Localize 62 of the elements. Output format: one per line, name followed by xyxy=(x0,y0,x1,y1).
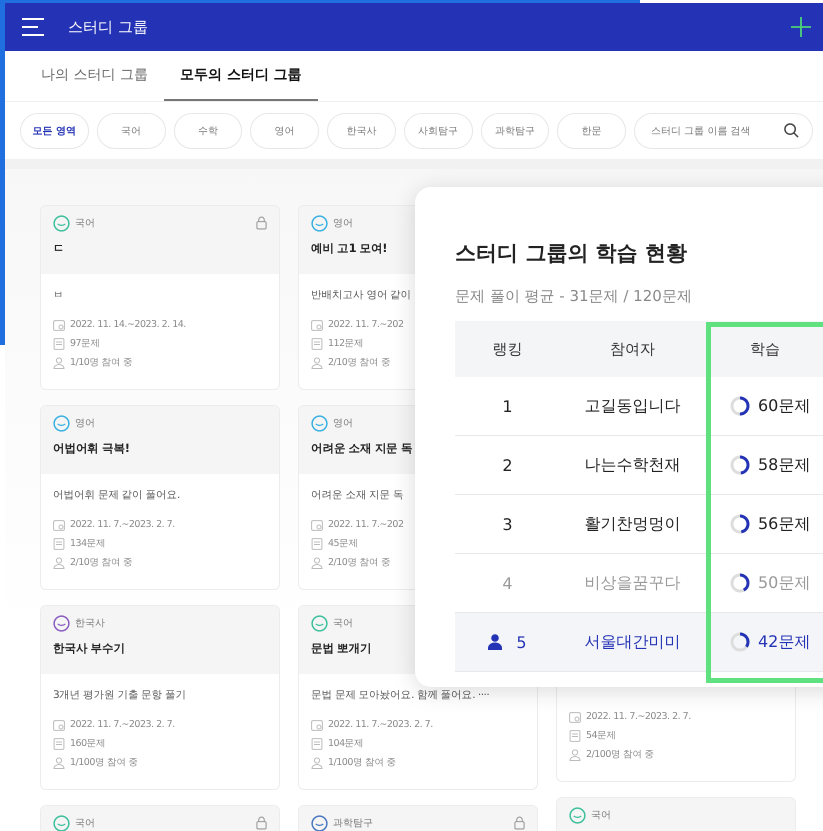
card-period: 2022. 11. 7.~2023. 2. 7. xyxy=(328,719,433,730)
card-title: 문법 뽀개기 xyxy=(311,641,372,656)
rank-number: 1 xyxy=(502,396,513,416)
problem-count: 134문제 xyxy=(70,537,106,550)
panel-title: 스터디 그룹의 학습 현황 xyxy=(455,240,688,267)
member-count: 1/100명 참여 중 xyxy=(70,756,138,769)
solved-count: 58문제 xyxy=(758,454,810,476)
participant-name: 비상을꿈꾸다 xyxy=(584,572,680,594)
card-period: 2022. 11. 7.~2023. 2. 7. xyxy=(70,719,175,730)
card-period: 2022. 11. 14.~2023. 2. 14. xyxy=(70,319,186,330)
subject-label: 국어 xyxy=(75,217,96,230)
card-description: 어려운 소재 지문 독 xyxy=(311,488,404,502)
card-title: 어려운 소재 지문 독 xyxy=(311,441,412,456)
participant-name: 나는수학천재 xyxy=(584,454,680,476)
card-period: 2022. 11. 7.~2023. 2. 7. xyxy=(586,711,691,722)
subject-label: 과학탐구 xyxy=(333,817,374,830)
solved-count: 56문제 xyxy=(758,514,810,534)
solved-count: 50문제 xyxy=(758,572,810,594)
participant-name: 서울대간미미 xyxy=(584,632,680,652)
card-title: 예비 고1 모여! xyxy=(311,241,387,256)
subject-label: 국어 xyxy=(333,617,354,630)
member-count: 2/10명 참여 중 xyxy=(328,356,390,369)
subject-label: 영어 xyxy=(75,417,96,430)
solved-count: 60문제 xyxy=(758,396,810,416)
problem-count: 45문제 xyxy=(328,537,358,550)
problem-count: 54문제 xyxy=(586,729,616,742)
problem-count: 104문제 xyxy=(328,737,364,750)
column-header: 참여자 xyxy=(609,340,656,358)
rank-number: 2 xyxy=(502,456,513,474)
member-count: 2/100명 참여 중 xyxy=(586,748,654,761)
card-description: 문법 문제 모아놨어요. 함께 풀어요. ···· xyxy=(311,688,490,702)
card-description: 어법어휘 문제 같이 풀어요. xyxy=(53,488,180,502)
card-description: 반배치고사 영어 같이 xyxy=(311,288,412,302)
problem-count: 97문제 xyxy=(70,337,100,350)
subject-label: 국어 xyxy=(591,809,612,822)
card-title: 어법어휘 극복! xyxy=(53,441,130,456)
card-title: 한국사 부수기 xyxy=(53,641,125,656)
participant-name: 고길동입니다 xyxy=(584,396,680,416)
subject-label: 영어 xyxy=(333,217,354,230)
panel-subtitle: 문제 풀이 평균 - 31문제 / 120문제 xyxy=(455,287,693,306)
subject-label: 영어 xyxy=(333,417,354,430)
member-count: 1/100명 참여 중 xyxy=(328,756,396,769)
participant-name: 활기찬멍멍이 xyxy=(584,514,680,534)
problem-count: 112문제 xyxy=(328,337,364,350)
rank-number: 4 xyxy=(502,574,513,592)
member-count: 1/10명 참여 중 xyxy=(70,356,132,369)
subject-label: 한국사 xyxy=(75,617,106,630)
column-header: 학습 xyxy=(749,340,781,358)
card-period: 2022. 11. 7.~202 xyxy=(328,519,404,530)
column-header: 랭킹 xyxy=(492,340,524,358)
card-period: 2022. 11. 7.~202 xyxy=(328,319,404,330)
card-period: 2022. 11. 7.~2023. 2. 7. xyxy=(70,519,175,530)
subject-label: 국어 xyxy=(75,817,96,830)
card-title: ㄷ xyxy=(53,241,64,256)
rank-number: 3 xyxy=(502,514,513,534)
member-count: 2/10명 참여 중 xyxy=(70,556,132,569)
rank-number: 5 xyxy=(516,632,527,652)
app-title: 스터디 그룹 xyxy=(68,18,149,36)
member-count: 2/10명 참여 중 xyxy=(328,556,390,569)
card-description: 3개년 평가원 기출 문항 풀기 xyxy=(53,688,186,702)
card-description: ㅂ xyxy=(53,288,64,302)
problem-count: 160문제 xyxy=(70,737,106,750)
